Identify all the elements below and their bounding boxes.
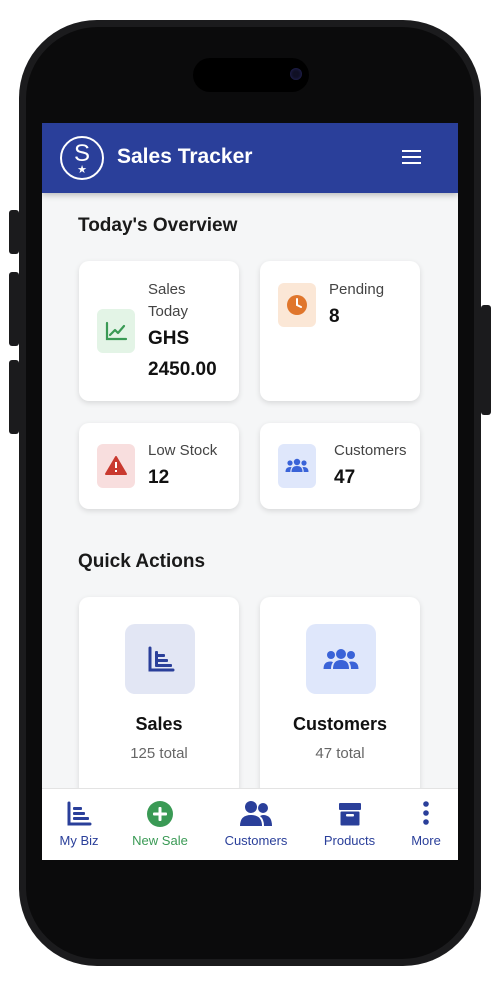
nav-products[interactable]: Products xyxy=(312,789,387,860)
nav-customers-label: Customers xyxy=(224,833,288,848)
customers-label: Customers xyxy=(334,442,407,459)
users-icon xyxy=(285,458,309,472)
logo-letter: S xyxy=(73,140,90,167)
nav-more[interactable]: More xyxy=(398,789,454,860)
nav-new-sale[interactable]: New Sale xyxy=(120,789,200,860)
sales-today-currency: GHS xyxy=(148,328,190,349)
phone-side-button xyxy=(9,210,19,254)
phone-power-button xyxy=(481,305,491,415)
menu-icon[interactable] xyxy=(400,147,424,167)
low-stock-label: Low Stock xyxy=(148,442,218,459)
customers-value: 47 xyxy=(334,467,356,488)
customers-quick-action-icon-box xyxy=(306,624,376,694)
logo-star-icon: ★ xyxy=(77,164,87,176)
nav-customers[interactable]: Customers xyxy=(212,789,300,860)
pending-value: 8 xyxy=(329,306,340,327)
sales-today-card[interactable]: Sales Today GHS 2450.00 xyxy=(79,261,239,401)
nav-new-sale-label: New Sale xyxy=(132,833,188,848)
nav-my-biz[interactable]: My Biz xyxy=(42,789,116,860)
warning-icon xyxy=(105,456,127,475)
more-vertical-icon xyxy=(398,799,454,829)
sales-quick-action[interactable]: Sales 125 total xyxy=(79,597,239,797)
app-logo: S ★ xyxy=(60,136,104,180)
nav-my-biz-label: My Biz xyxy=(59,833,99,848)
customers-quick-action[interactable]: Customers 47 total xyxy=(260,597,420,797)
sales-quick-action-icon-box xyxy=(125,624,195,694)
front-camera xyxy=(290,68,302,80)
nav-more-label: More xyxy=(411,833,441,848)
low-stock-icon-box xyxy=(97,444,135,488)
low-stock-card[interactable]: Low Stock 12 xyxy=(79,423,239,509)
app-bar: S ★ Sales Tracker xyxy=(42,123,458,193)
sales-today-amount: 2450.00 xyxy=(148,359,217,380)
sales-today-icon-box xyxy=(97,309,135,353)
nav-products-label: Products xyxy=(323,833,376,848)
sales-quick-action-count: 125 total xyxy=(130,745,188,762)
phone-volume-down-button xyxy=(9,360,19,434)
chart-line-icon xyxy=(105,321,128,341)
customers-card[interactable]: Customers 47 xyxy=(260,423,420,509)
app-title: Sales Tracker xyxy=(117,145,253,168)
box-icon xyxy=(312,799,387,829)
customers-quick-action-title: Customers xyxy=(292,714,388,734)
plus-circle-icon xyxy=(120,799,200,829)
customers-icon-box xyxy=(278,444,316,488)
sales-list-icon xyxy=(148,646,175,672)
pending-label: Pending xyxy=(329,281,385,298)
users-icon xyxy=(212,799,300,829)
customers-quick-action-count: 47 total xyxy=(315,745,365,762)
pending-icon-box xyxy=(278,283,316,327)
low-stock-value: 12 xyxy=(148,467,170,488)
sales-quick-action-title: Sales xyxy=(135,714,183,734)
app-screen: S ★ Sales Tracker Today's Overview Sales… xyxy=(42,123,458,860)
bottom-navigation: My Biz New Sale Customers Products More xyxy=(42,788,458,860)
bar-list-icon xyxy=(42,799,116,829)
users-icon xyxy=(323,649,359,669)
quick-actions-heading: Quick Actions xyxy=(78,551,206,572)
pending-card[interactable]: Pending 8 xyxy=(260,261,420,401)
overview-heading: Today's Overview xyxy=(78,215,238,236)
clock-icon xyxy=(287,295,307,315)
phone-volume-up-button xyxy=(9,272,19,346)
sales-today-label: Sales Today xyxy=(148,281,189,320)
